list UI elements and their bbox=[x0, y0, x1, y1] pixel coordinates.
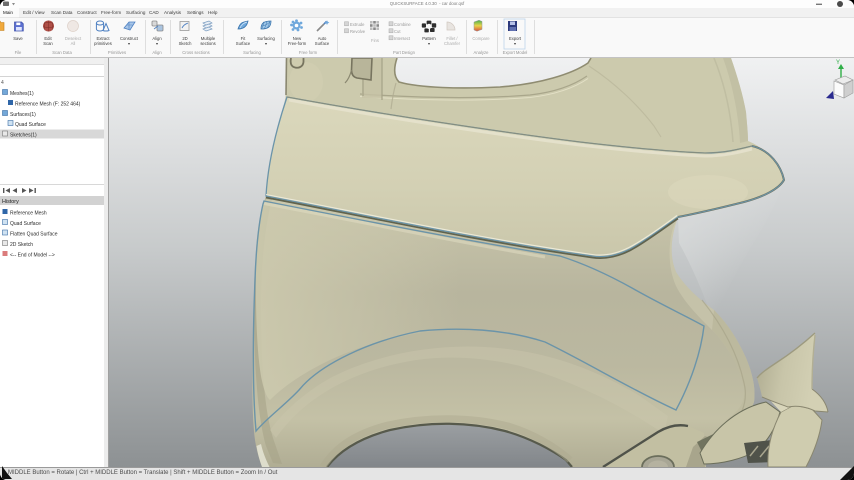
svg-text:Meshes(1): Meshes(1) bbox=[10, 91, 34, 97]
svg-text:Reference Mesh (F: 252 464): Reference Mesh (F: 252 464) bbox=[15, 101, 81, 107]
svg-text:<-- End of Model -->: <-- End of Model --> bbox=[10, 252, 55, 258]
svg-text:Flatten Quad Surface: Flatten Quad Surface bbox=[10, 231, 58, 237]
svg-text:Sketches(1): Sketches(1) bbox=[10, 132, 37, 138]
svg-text:History: History bbox=[2, 199, 19, 205]
svg-text:2D Sketch: 2D Sketch bbox=[10, 242, 33, 248]
svg-text:Reference Mesh: Reference Mesh bbox=[10, 210, 47, 216]
svg-text:Y: Y bbox=[836, 60, 840, 66]
svg-text:4: 4 bbox=[1, 80, 4, 86]
svg-text:Quad Surface: Quad Surface bbox=[15, 122, 46, 128]
svg-text:Quad Surface: Quad Surface bbox=[10, 221, 41, 227]
svg-text:Surfaces(1): Surfaces(1) bbox=[10, 112, 36, 118]
